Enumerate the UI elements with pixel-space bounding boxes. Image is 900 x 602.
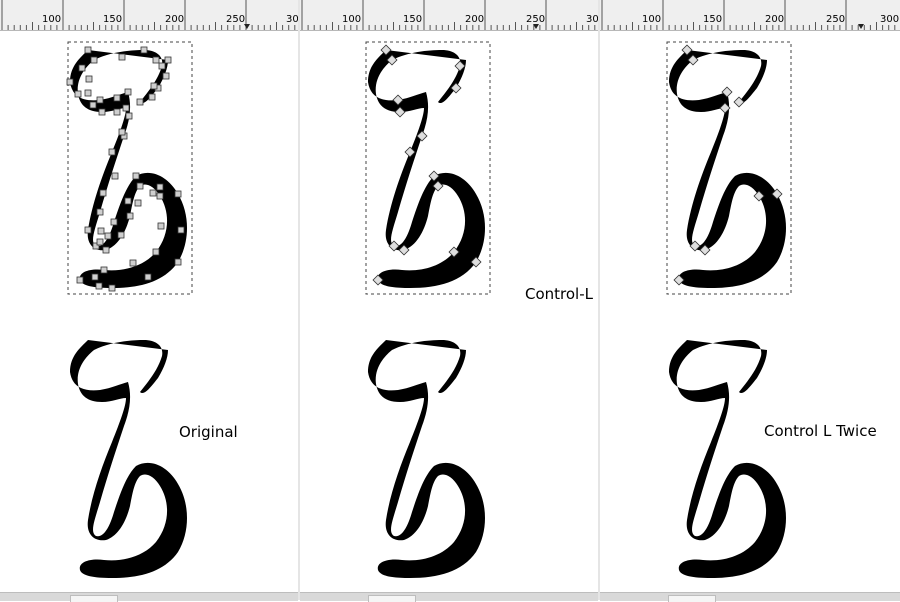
node-handle[interactable] [148, 93, 156, 101]
status-tab[interactable] [368, 595, 416, 602]
node-handle[interactable] [108, 148, 116, 156]
node-handle[interactable] [66, 78, 74, 86]
node-handle[interactable] [136, 98, 144, 106]
node-handle[interactable] [162, 72, 170, 80]
node-handle[interactable] [118, 128, 126, 136]
node-handle[interactable] [104, 232, 112, 240]
ruler-ticks: 100 150 200 250 300 [601, 0, 899, 30]
node-handle[interactable] [158, 62, 166, 70]
node-handle[interactable] [91, 273, 99, 281]
ruler-label: 300 [586, 14, 598, 25]
node-handle[interactable] [156, 192, 164, 200]
node-handle[interactable] [125, 112, 133, 120]
glyph-shape [70, 340, 187, 578]
ruler-ticks: 100 150 200 250 300 [1, 0, 298, 30]
node-handle[interactable] [152, 248, 160, 256]
node-handle[interactable] [140, 46, 148, 54]
glyph-shape [70, 50, 187, 288]
ruler-label: 200 [765, 14, 784, 25]
node-handle[interactable] [84, 89, 92, 97]
node-handle[interactable] [150, 82, 158, 90]
node-handle[interactable] [126, 212, 134, 220]
ruler-label: 250 [226, 14, 245, 25]
node-handle[interactable] [177, 226, 185, 234]
node-handle[interactable] [78, 64, 86, 72]
node-handle[interactable] [113, 108, 121, 116]
horizontal-ruler[interactable]: 100 150 200 250 300 [300, 0, 598, 31]
node-handle[interactable] [132, 172, 140, 180]
node-handle[interactable] [174, 258, 182, 266]
node-handle[interactable] [100, 266, 108, 274]
selected-glyph-once[interactable] [358, 36, 498, 302]
node-handle[interactable] [95, 282, 103, 290]
node-handle[interactable] [113, 94, 121, 102]
status-tab[interactable] [70, 595, 118, 602]
node-handle[interactable] [84, 46, 92, 54]
node-handle[interactable] [76, 276, 84, 284]
node-handle[interactable] [174, 190, 182, 198]
selected-glyph-twice[interactable] [659, 36, 799, 302]
ruler-label: 200 [165, 14, 184, 25]
ruler-label: 300 [880, 14, 899, 25]
node-handle[interactable] [111, 172, 119, 180]
glyph-preview-twice [669, 340, 786, 578]
node-handle[interactable] [118, 53, 126, 61]
node-handle[interactable] [96, 238, 104, 246]
node-handle[interactable] [129, 259, 137, 267]
node-handle[interactable] [108, 284, 116, 292]
selected-glyph-original[interactable] [60, 36, 200, 302]
node-handle[interactable] [164, 56, 172, 64]
node-handle[interactable] [144, 273, 152, 281]
ruler-label: 300 [286, 14, 298, 25]
node-handle[interactable] [98, 108, 106, 116]
caption-label: Control L Twice [764, 422, 877, 440]
node-handle[interactable] [85, 75, 93, 83]
ruler-position-marker [244, 24, 250, 29]
node-handle[interactable] [110, 218, 118, 226]
node-handle[interactable] [89, 101, 97, 109]
ruler-label: 200 [465, 14, 484, 25]
ruler-label: 250 [526, 14, 545, 25]
node-handle[interactable] [149, 189, 157, 197]
node-handle[interactable] [124, 88, 132, 96]
node-handle[interactable] [117, 231, 125, 239]
glyph-preview-once [368, 340, 485, 578]
glyph-shape [669, 340, 786, 578]
ruler-label: 100 [42, 14, 61, 25]
ruler-ticks: 100 150 200 250 300 [301, 0, 598, 30]
ruler-label: 150 [703, 14, 722, 25]
canvas-panel-twice[interactable]: 100 150 200 250 300 Control L Twice [600, 0, 900, 602]
node-handle[interactable] [74, 90, 82, 98]
glyph-shape [669, 50, 786, 288]
horizontal-ruler[interactable]: 100 150 200 250 300 [0, 0, 298, 31]
ruler-label: 150 [103, 14, 122, 25]
ruler-position-marker [858, 24, 864, 29]
ruler-label: 100 [342, 14, 361, 25]
canvas-panel-once[interactable]: 100 150 200 250 300 Control-L Once [300, 0, 637, 602]
node-handle[interactable] [134, 199, 142, 207]
ruler-label: 150 [403, 14, 422, 25]
node-handle[interactable] [156, 183, 164, 191]
node-handle[interactable] [96, 96, 104, 104]
ruler-label: 250 [826, 14, 845, 25]
node-handle[interactable] [96, 208, 104, 216]
glyph-shape [368, 50, 485, 288]
node-handle[interactable] [136, 182, 144, 190]
node-handle[interactable] [84, 226, 92, 234]
caption-label: Original [179, 423, 238, 441]
node-handle[interactable] [157, 222, 165, 230]
ruler-label: 100 [642, 14, 661, 25]
node-handle[interactable] [124, 197, 132, 205]
node-handle[interactable] [97, 227, 105, 235]
horizontal-ruler[interactable]: 100 150 200 250 300 [600, 0, 900, 31]
canvas-panel-original[interactable]: 100 150 200 250 300 Original [0, 0, 298, 602]
node-handle[interactable] [99, 189, 107, 197]
glyph-preview-original [70, 340, 187, 578]
status-tab[interactable] [668, 595, 716, 602]
node-handle[interactable] [152, 56, 160, 64]
glyph-shape [368, 340, 485, 578]
node-handle[interactable] [90, 56, 98, 64]
node-handle[interactable] [102, 246, 110, 254]
node-handle[interactable] [122, 104, 130, 112]
